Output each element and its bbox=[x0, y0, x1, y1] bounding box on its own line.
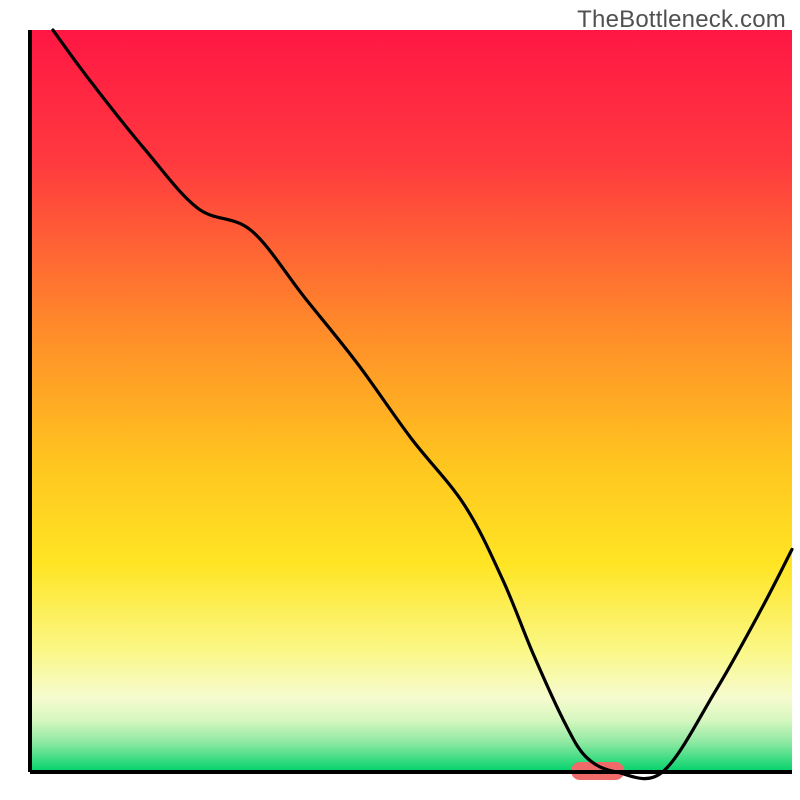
plot-background bbox=[30, 30, 792, 772]
chart-svg bbox=[0, 0, 800, 800]
bottleneck-chart: TheBottleneck.com bbox=[0, 0, 800, 800]
